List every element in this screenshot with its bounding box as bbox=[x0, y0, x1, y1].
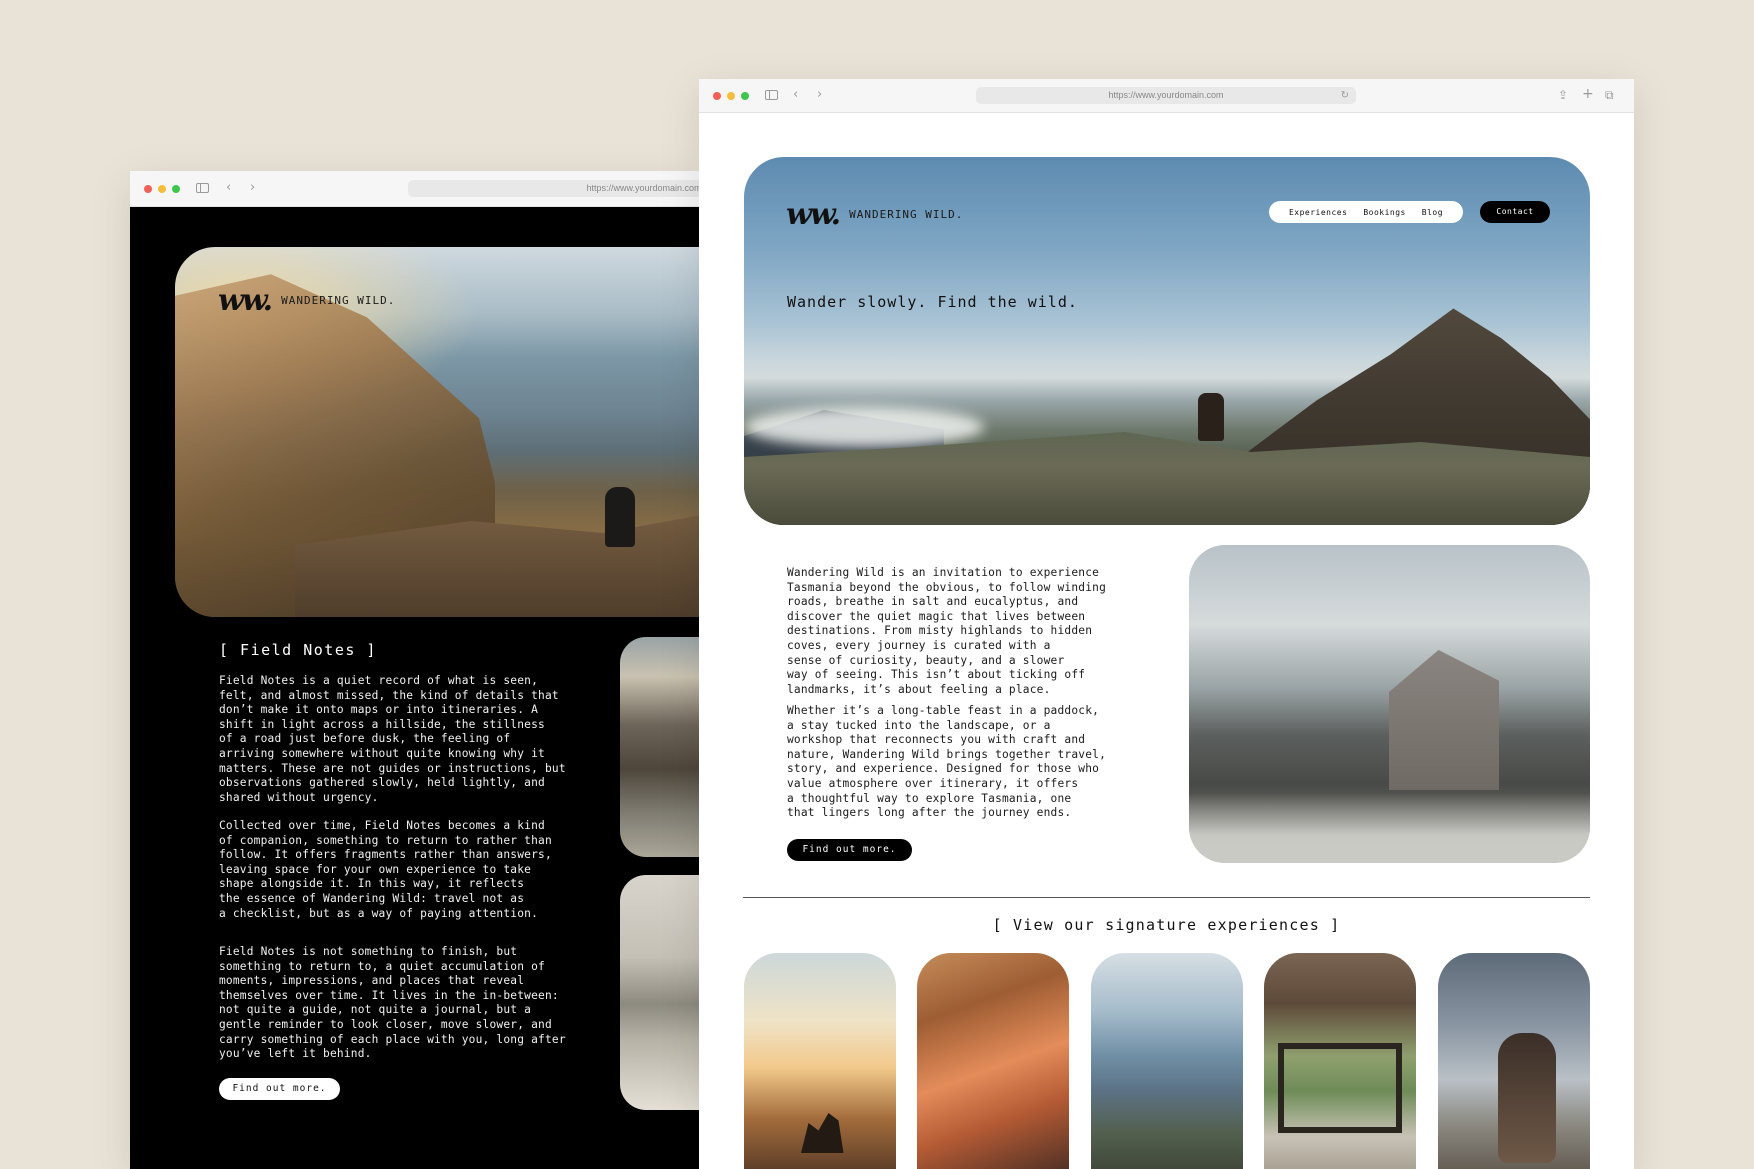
valley-mist-shape bbox=[744, 407, 984, 447]
field-notes-browser-window: ‹ › https://www.yourdomain.com ww. WANDE… bbox=[130, 171, 700, 1169]
home-page: ww. WANDERING WILD. Experiences Bookings… bbox=[699, 113, 1634, 1169]
sidebar-toggle-icon[interactable] bbox=[196, 183, 209, 193]
field-notes-paragraph-3: Field Notes is not something to finish, … bbox=[219, 945, 566, 1061]
minimize-window-button[interactable] bbox=[158, 185, 166, 193]
nav-item-bookings[interactable]: Bookings bbox=[1363, 208, 1406, 217]
address-bar[interactable]: https://www.yourdomain.com bbox=[408, 180, 700, 197]
share-icon[interactable]: ⇪ bbox=[1558, 87, 1568, 103]
cabin-window-frame bbox=[1278, 1043, 1402, 1133]
tabs-overview-icon[interactable]: ⧉ bbox=[1605, 87, 1614, 103]
maximize-window-button[interactable] bbox=[741, 92, 749, 100]
brand-name: WANDERING WILD. bbox=[849, 208, 964, 221]
browser-toolbar: ‹ › https://www.yourdomain.com ↻ ⇪ + ⧉ bbox=[699, 79, 1634, 113]
nav-item-experiences[interactable]: Experiences bbox=[1289, 208, 1347, 217]
address-bar[interactable]: https://www.yourdomain.com ↻ bbox=[976, 87, 1356, 104]
experience-card-hiking[interactable] bbox=[744, 953, 896, 1169]
hikers-figure bbox=[1198, 393, 1224, 441]
find-out-more-button[interactable]: Find out more. bbox=[219, 1078, 340, 1100]
window-controls bbox=[713, 92, 749, 100]
forward-icon[interactable]: › bbox=[817, 87, 822, 103]
brand-mark-logo: ww. bbox=[786, 197, 841, 232]
field-notes-page: ww. WANDERING WILD. [ Field Notes ] Fiel… bbox=[130, 207, 700, 1169]
climbers-silhouette bbox=[801, 1113, 844, 1153]
seated-person-figure bbox=[1498, 1033, 1556, 1163]
experience-card-cabin-stay[interactable] bbox=[1264, 953, 1416, 1169]
minimize-window-button[interactable] bbox=[727, 92, 735, 100]
hut-shape bbox=[1389, 650, 1499, 790]
nav-item-blog[interactable]: Blog bbox=[1422, 208, 1443, 217]
browser-toolbar: ‹ › https://www.yourdomain.com bbox=[130, 171, 700, 207]
brand-logo[interactable]: ww. WANDERING WILD. bbox=[218, 283, 395, 318]
intro-paragraph-2: Whether it’s a long-table feast in a pad… bbox=[787, 704, 1107, 820]
new-tab-icon[interactable]: + bbox=[1582, 86, 1594, 102]
brand-name: WANDERING WILD. bbox=[281, 294, 396, 307]
mountain-hikers-hero-image: ww. WANDERING WILD. Experiences Bookings… bbox=[744, 157, 1590, 525]
misty-lake-thumbnail bbox=[620, 875, 700, 1110]
find-out-more-button[interactable]: Find out more. bbox=[787, 839, 912, 861]
seated-person-figure bbox=[605, 487, 635, 547]
signature-experiences-heading: [ View our signature experiences ] bbox=[992, 916, 1341, 934]
maximize-window-button[interactable] bbox=[172, 185, 180, 193]
section-divider bbox=[743, 897, 1590, 898]
reload-icon[interactable]: ↻ bbox=[1341, 87, 1349, 104]
alpine-hut-image bbox=[1189, 545, 1590, 863]
contact-button[interactable]: Contact bbox=[1480, 201, 1550, 223]
coastline-cliffs-thumbnail bbox=[620, 637, 700, 857]
back-icon[interactable]: ‹ bbox=[793, 87, 798, 103]
experience-card-dining[interactable] bbox=[917, 953, 1069, 1169]
home-browser-window: ‹ › https://www.yourdomain.com ↻ ⇪ + ⧉ w… bbox=[699, 79, 1634, 1169]
brand-logo[interactable]: ww. WANDERING WILD. bbox=[786, 197, 963, 232]
close-window-button[interactable] bbox=[144, 185, 152, 193]
hero-tagline: Wander slowly. Find the wild. bbox=[787, 293, 1078, 311]
main-navigation: Experiences Bookings Blog bbox=[1269, 201, 1463, 223]
section-title: [ Field Notes ] bbox=[219, 641, 377, 659]
address-bar-url: https://www.yourdomain.com bbox=[1108, 90, 1224, 100]
experience-card-lakeside[interactable] bbox=[1438, 953, 1590, 1169]
intro-paragraph-1: Wandering Wild is an invitation to exper… bbox=[787, 566, 1107, 696]
field-notes-paragraph-1: Field Notes is a quiet record of what is… bbox=[219, 674, 566, 804]
address-bar-url: https://www.yourdomain.com bbox=[586, 183, 700, 193]
forward-icon[interactable]: › bbox=[250, 180, 255, 196]
field-notes-paragraph-2: Collected over time, Field Notes becomes… bbox=[219, 819, 552, 920]
window-controls bbox=[144, 185, 180, 193]
brand-mark-logo: ww. bbox=[218, 283, 273, 318]
close-window-button[interactable] bbox=[713, 92, 721, 100]
sidebar-toggle-icon[interactable] bbox=[765, 90, 778, 100]
snow-patches-shape bbox=[1189, 793, 1590, 863]
experience-card-coastline[interactable] bbox=[1091, 953, 1243, 1169]
back-icon[interactable]: ‹ bbox=[226, 180, 231, 196]
